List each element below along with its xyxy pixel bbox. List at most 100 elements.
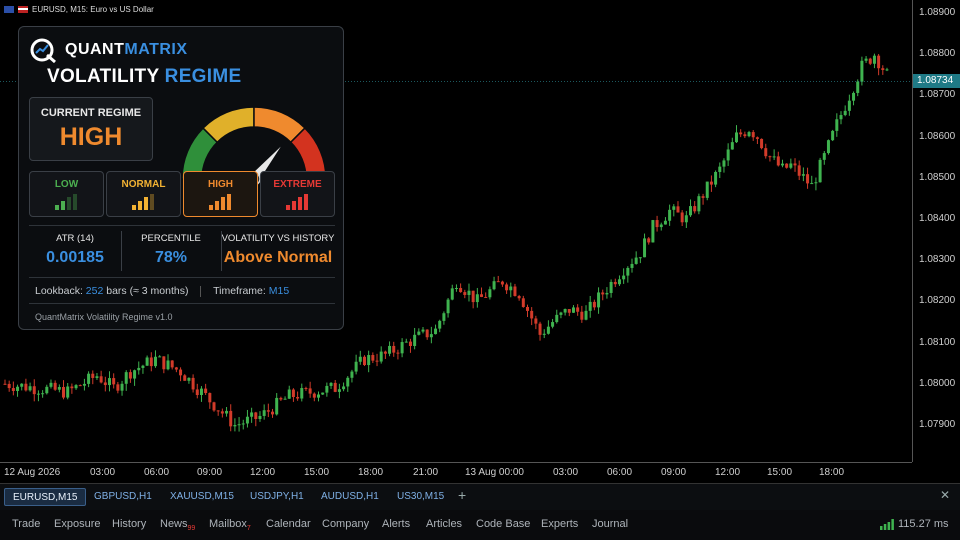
menu-news[interactable]: News99 [160, 518, 195, 532]
candle-body [513, 286, 517, 296]
menu-label: Mailbox [209, 518, 247, 530]
candle [245, 409, 249, 428]
candle [835, 113, 839, 137]
candle [128, 369, 132, 383]
candle [672, 204, 676, 217]
candle [103, 376, 107, 392]
candle-body [108, 378, 111, 386]
candle-body [546, 326, 550, 334]
candle [11, 381, 15, 396]
candle [534, 315, 538, 330]
candle [663, 217, 667, 225]
candle [116, 381, 120, 394]
candle-body [16, 386, 20, 391]
menu-alerts[interactable]: Alerts [382, 518, 410, 530]
chart-tab-gbpusd-h1[interactable]: GBPUSD,H1 [86, 488, 160, 506]
candle [183, 374, 187, 381]
menu-mailbox[interactable]: Mailbox7 [209, 518, 251, 532]
candle-body [684, 215, 688, 223]
candle-body [229, 410, 233, 427]
candle [789, 158, 793, 170]
menu-label: History [112, 518, 147, 530]
candle [776, 151, 780, 167]
menu-articles[interactable]: Articles [426, 518, 462, 530]
candle-body [663, 220, 667, 225]
candle-body [421, 329, 425, 332]
candle-body [375, 360, 379, 362]
candle [647, 237, 651, 245]
chart-tab-usdjpy-h1[interactable]: USDJPY,H1 [242, 488, 312, 506]
candle-body [275, 397, 279, 415]
time-tick-label: 12:00 [715, 467, 741, 478]
candle-body [388, 345, 392, 354]
candle [814, 177, 818, 191]
candle [542, 329, 546, 339]
candle [321, 392, 325, 395]
candle [484, 292, 488, 298]
candle-body [709, 181, 713, 185]
candle [643, 233, 647, 258]
regime-low-button[interactable]: LOW [29, 171, 104, 217]
candle [95, 373, 99, 380]
close-tabs-button[interactable]: ✕ [940, 488, 950, 502]
regime-high-button[interactable]: HIGH [183, 171, 258, 217]
volatility-regime-panel[interactable]: QUANTMATRIX VOLATILITY REGIME CURRENT RE… [18, 26, 344, 330]
candle-body [392, 345, 396, 353]
candle [367, 350, 371, 373]
candle-body [66, 386, 70, 398]
bars-icon [208, 194, 231, 210]
candle-body [538, 323, 542, 335]
price-axis[interactable]: 1.08900 1.08800 1.08700 1.08600 1.08500 1.084… [912, 0, 960, 462]
candle [546, 320, 550, 335]
candle-body [450, 288, 454, 300]
candle [651, 219, 655, 243]
candle-body [622, 275, 626, 280]
candle [839, 111, 843, 125]
chart-tab-audusd-h1[interactable]: AUDUSD,H1 [313, 488, 387, 506]
candle-body [864, 58, 868, 61]
candle-body [95, 376, 99, 378]
candle [199, 386, 203, 402]
candle [329, 382, 333, 389]
candle [74, 384, 78, 390]
menu-trade[interactable]: Trade [12, 518, 40, 530]
candle-body [496, 281, 500, 283]
candle-body [630, 263, 634, 268]
brand-name: QUANTMATRIX [65, 41, 188, 58]
menu-code-base[interactable]: Code Base [476, 518, 530, 530]
chart-tab-xauusd-m15[interactable]: XAUUSD,M15 [162, 488, 242, 506]
candle [421, 327, 425, 334]
menu-calendar[interactable]: Calendar [266, 518, 311, 530]
menu-history[interactable]: History [112, 518, 146, 530]
candle [760, 138, 764, 150]
candle-body [801, 174, 805, 176]
candle-body [241, 423, 245, 425]
candle-body [400, 342, 404, 354]
menu-company[interactable]: Company [322, 518, 369, 530]
menu-experts[interactable]: Experts [541, 518, 578, 530]
candle [722, 158, 726, 173]
unread-badge: 99 [187, 525, 196, 533]
candle-body [480, 294, 484, 297]
menu-label: Experts [541, 518, 579, 530]
time-axis[interactable]: 12 Aug 2026 03:00 06:00 09:00 12:00 15:00 18:0… [0, 462, 912, 483]
candle [275, 393, 279, 416]
menu-label: Calendar [266, 518, 311, 530]
candle-body [425, 329, 429, 338]
candle [158, 355, 162, 358]
chart-tab-eurusd-m15[interactable]: EURUSD,M15 [4, 488, 87, 506]
menu-journal[interactable]: Journal [592, 518, 628, 530]
candle-body [438, 320, 442, 329]
chart-tab-us30-m15[interactable]: US30,M15 [389, 488, 452, 506]
candle [617, 275, 621, 286]
menu-exposure[interactable]: Exposure [54, 518, 100, 530]
candle [555, 309, 559, 324]
add-tab-button[interactable]: + [458, 487, 466, 503]
regime-label: LOW [54, 179, 79, 190]
regime-extreme-button[interactable]: EXTREME [260, 171, 335, 217]
candle-body [638, 257, 642, 259]
regime-normal-button[interactable]: NORMAL [106, 171, 181, 217]
candle-body [592, 301, 596, 308]
candle [28, 382, 32, 392]
candle [379, 346, 383, 364]
